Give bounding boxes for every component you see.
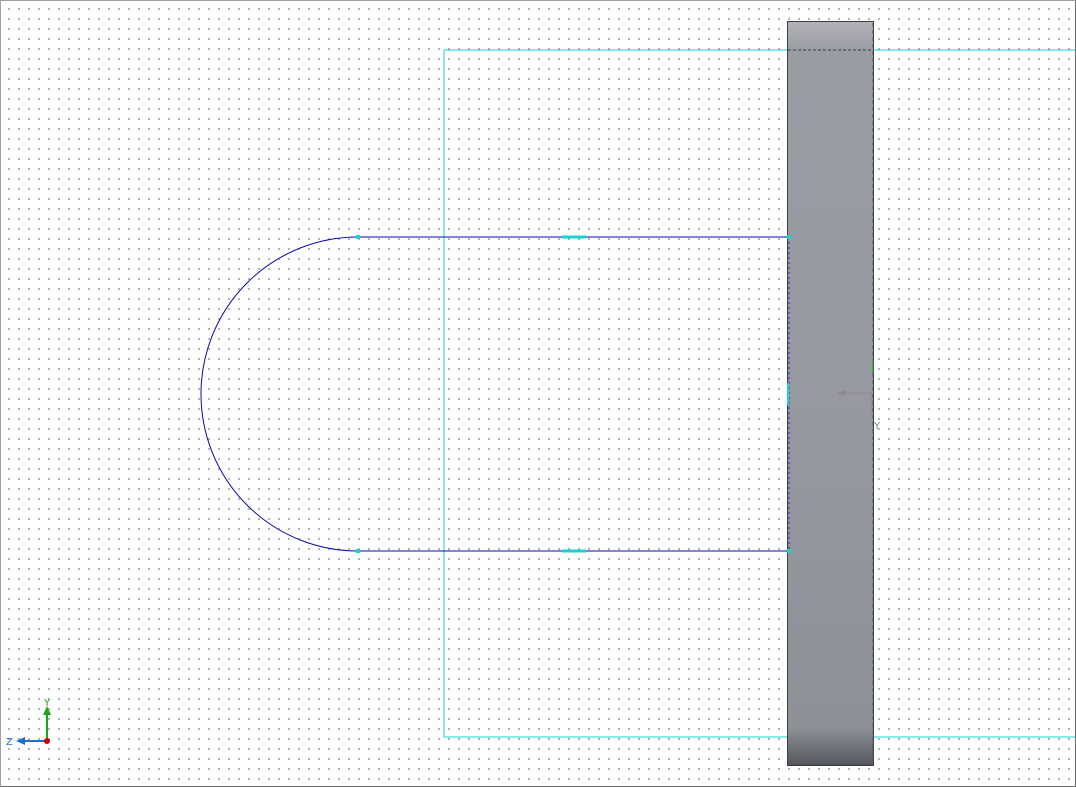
triad-x-axis-dot — [44, 738, 50, 744]
sketch-plane[interactable] — [443, 49, 1075, 738]
triad-z-label: Z — [6, 737, 13, 748]
plane-outline — [443, 49, 1075, 738]
sketch-point-arc-bottom — [356, 549, 360, 553]
sketch-point-line-bottom-end — [787, 549, 791, 553]
reference-triad-icon[interactable]: Y Z — [6, 698, 51, 748]
sketch-points[interactable] — [356, 235, 791, 553]
triad-y-label: Y — [43, 698, 51, 709]
triad-z-arrowhead — [16, 737, 25, 745]
sketch-relations[interactable] — [562, 235, 789, 553]
sketch-arc — [200, 236, 359, 552]
sketch-profile[interactable] — [200, 236, 790, 552]
horizontal-relation-top — [562, 235, 586, 239]
sketch-canvas[interactable]: Y Y Z — [1, 1, 1075, 786]
horizontal-relation-bottom — [562, 549, 586, 553]
sketch-point-line-top-end — [787, 235, 791, 239]
sketch-point-arc-top — [356, 235, 360, 239]
graphics-area[interactable]: Y Y Z — [0, 0, 1076, 787]
origin-y-label: Y — [873, 421, 881, 432]
